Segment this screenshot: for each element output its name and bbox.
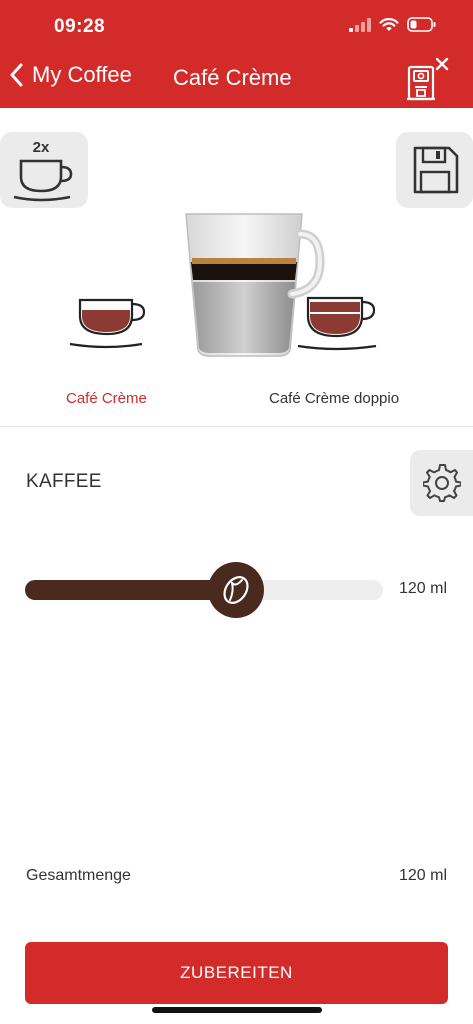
slider-fill xyxy=(25,580,237,600)
slider-value: 120 ml xyxy=(398,580,447,597)
home-indicator xyxy=(152,1007,322,1013)
slider-thumb[interactable] xyxy=(208,562,265,618)
cafe-creme-doppio-cup[interactable] xyxy=(296,292,378,359)
status-time: 09:28 xyxy=(54,16,106,37)
small-cup-icon xyxy=(69,298,146,349)
double-shot-button[interactable]: 2x xyxy=(0,132,88,208)
back-button[interactable]: My Coffee xyxy=(10,62,132,88)
prepare-button[interactable]: ZUBEREITEN xyxy=(25,942,448,1004)
variant-label-selected[interactable]: Café Crème xyxy=(66,390,147,407)
total-label: Gesamtmenge xyxy=(26,867,131,884)
save-button[interactable] xyxy=(396,132,473,208)
cafe-creme-cup[interactable] xyxy=(66,292,146,357)
coffee-bean-icon xyxy=(223,576,249,604)
settings-button[interactable] xyxy=(410,450,473,516)
coffee-amount-slider[interactable] xyxy=(25,562,383,618)
app-header: 09:28 My Coffee Café Crème xyxy=(0,0,473,108)
save-icon xyxy=(413,146,458,194)
divider xyxy=(0,426,473,427)
cup-icon: 2x xyxy=(13,139,73,202)
double-cup-icon xyxy=(297,296,377,351)
section-title: KAFFEE xyxy=(26,471,102,492)
status-icons xyxy=(349,17,437,32)
gear-icon xyxy=(422,464,461,502)
page-title: Café Crème xyxy=(173,65,292,90)
coffee-machine-remove-icon xyxy=(407,57,449,101)
signal-icon xyxy=(349,17,371,32)
coffee-machine-button[interactable] xyxy=(405,55,453,103)
variant-label-doppio[interactable]: Café Crème doppio xyxy=(269,390,399,407)
wifi-icon xyxy=(379,17,399,31)
back-chevron-icon xyxy=(10,63,23,87)
total-value: 120 ml xyxy=(398,867,447,884)
battery-icon xyxy=(407,17,436,32)
double-label: 2x xyxy=(33,139,50,156)
back-label: My Coffee xyxy=(32,62,132,87)
